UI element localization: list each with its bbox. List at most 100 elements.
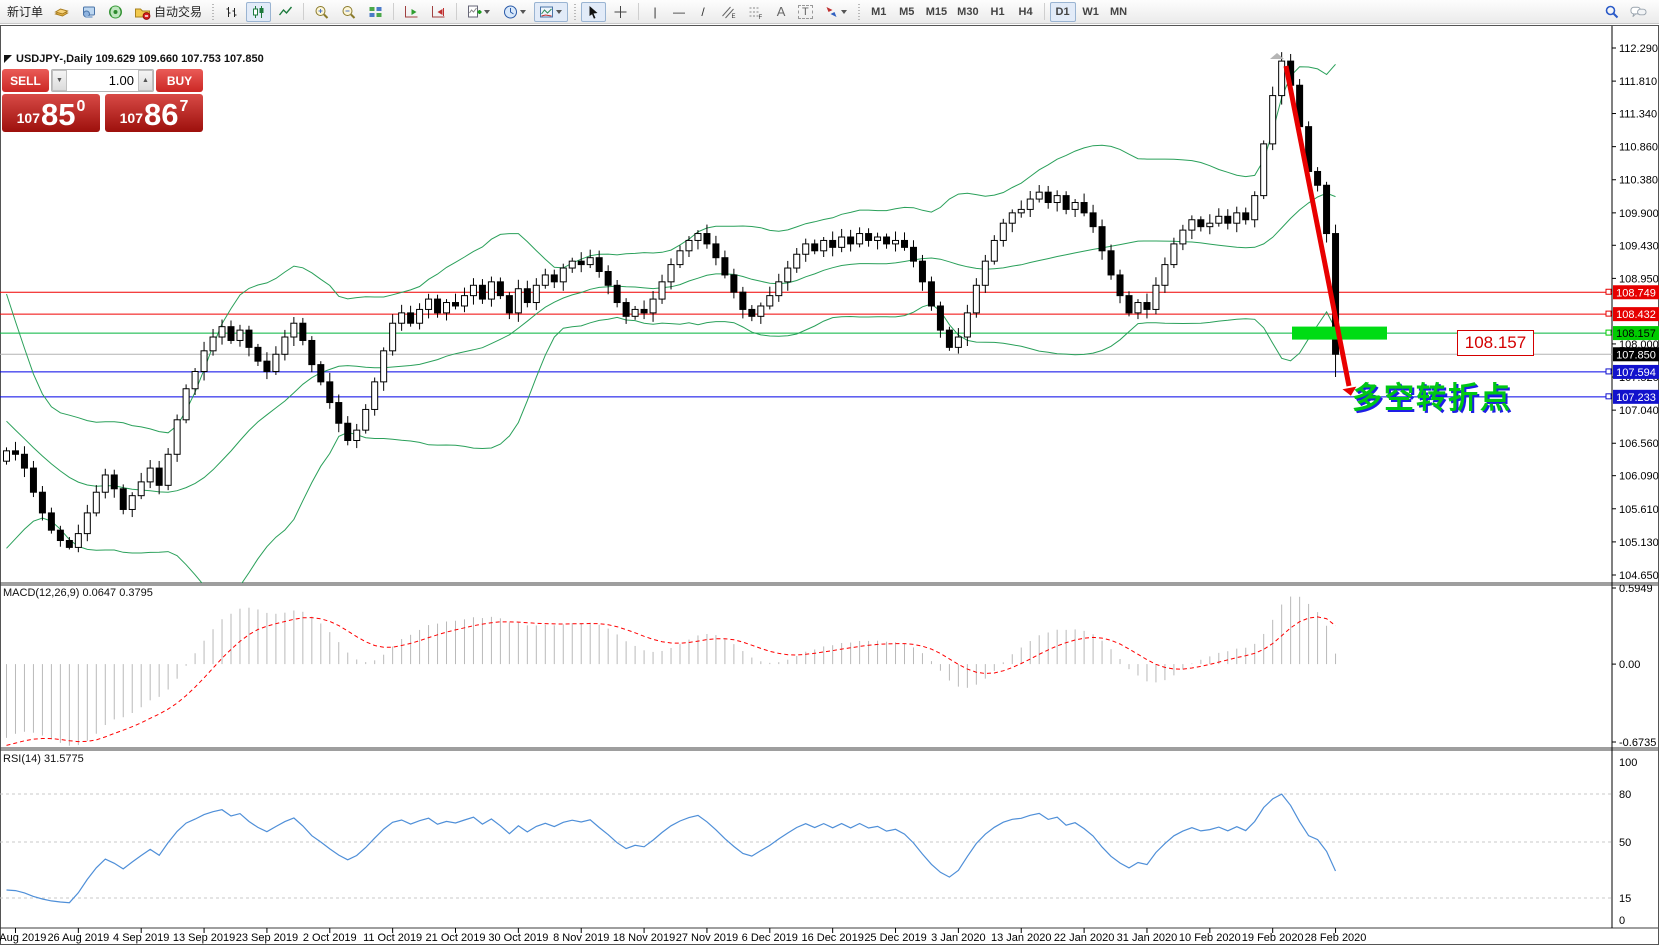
price-tick: 111.810 (1619, 76, 1657, 88)
bar-chart-icon[interactable] (219, 2, 244, 22)
candle (210, 337, 216, 351)
candle (910, 247, 916, 261)
candle (147, 468, 153, 482)
candle (875, 237, 881, 240)
crosshair-tool[interactable] (608, 2, 633, 22)
periods-button[interactable] (498, 2, 532, 22)
quotes-icon[interactable] (49, 2, 74, 22)
tf-h1-button[interactable]: H1 (985, 2, 1011, 22)
text-tool[interactable]: A (770, 2, 792, 22)
client-terminal-icon[interactable] (76, 2, 101, 22)
candle (839, 237, 845, 247)
candle (444, 303, 450, 313)
line-chart-icon[interactable] (273, 2, 298, 22)
date-tick: 6 Dec 2019 (742, 932, 798, 944)
volume-decrease-button[interactable]: ▼ (52, 70, 67, 91)
chart-shift-icon[interactable] (426, 2, 451, 22)
candle (120, 489, 126, 510)
candle (1135, 303, 1141, 313)
candle (174, 420, 180, 454)
volume-input[interactable] (67, 70, 138, 91)
date-tick: 10 Feb 2020 (1179, 932, 1241, 944)
price-callout-box[interactable]: 108.157 (1457, 330, 1534, 356)
tf-m15-button[interactable]: M15 (922, 2, 951, 22)
candle (794, 254, 800, 268)
candle (336, 403, 342, 424)
volume-increase-button[interactable]: ▲ (138, 70, 153, 91)
cn-annotation[interactable]: 多空转折点 (1352, 373, 1512, 417)
trendline-tool[interactable]: / (692, 2, 714, 22)
candle (381, 351, 387, 382)
candle (1225, 216, 1231, 223)
rsi-label: RSI(14) 31.5775 (3, 753, 84, 765)
toolbar-separator (393, 3, 394, 20)
candle (399, 313, 405, 323)
candle (982, 261, 988, 285)
indicators-caret (556, 10, 562, 14)
search-icon[interactable] (1599, 2, 1624, 22)
candle (991, 240, 997, 261)
tf-h4-button[interactable]: H4 (1013, 2, 1039, 22)
date-tick: 18 Nov 2019 (613, 932, 675, 944)
candle (255, 347, 261, 361)
candle (596, 258, 602, 272)
sell-price-button[interactable]: 107 85 0 (2, 94, 100, 132)
candle (740, 292, 746, 309)
axis-badge-107.233: 107.233 (1616, 392, 1656, 404)
buy-price-button[interactable]: 107 86 7 (105, 94, 203, 132)
text-label-tool[interactable]: T (794, 2, 817, 22)
tf-mn-button[interactable]: MN (1106, 2, 1132, 22)
candle (902, 240, 908, 247)
candlestick-chart-icon[interactable] (246, 2, 271, 22)
buy-button[interactable]: BUY (156, 69, 203, 92)
zoom-out-icon[interactable] (336, 2, 361, 22)
chat-icon[interactable] (1626, 2, 1651, 22)
candle (228, 327, 234, 341)
candle (318, 365, 324, 382)
tf-m1-button[interactable]: M1 (866, 2, 892, 22)
fibonacci-tool[interactable]: F (743, 2, 768, 22)
candle (812, 244, 818, 251)
date-tick: 22 Jan 2020 (1054, 932, 1115, 944)
chart-canvas[interactable]: 112.290111.810111.340110.860110.380109.9… (0, 25, 1659, 945)
new-order-button[interactable]: 新订单 (3, 2, 47, 22)
candle (453, 303, 459, 306)
price-tick: 104.650 (1619, 570, 1659, 582)
tf-d1-button[interactable]: D1 (1050, 2, 1076, 22)
chart-window[interactable]: 112.290111.810111.340110.860110.380109.9… (0, 25, 1659, 945)
tile-windows-icon[interactable] (363, 2, 388, 22)
arrows-tool[interactable] (819, 2, 853, 22)
hline-anchor (1606, 289, 1611, 294)
signals-icon[interactable] (103, 2, 128, 22)
new-chart-button[interactable] (462, 2, 496, 22)
candle (937, 306, 943, 330)
horizontal-line-tool[interactable]: — (668, 2, 690, 22)
chart-window-icon[interactable] (4, 55, 12, 63)
equidistant-channel-tool[interactable]: E (716, 2, 741, 22)
candle (704, 234, 710, 244)
autotrading-button[interactable]: 自动交易 (130, 2, 206, 22)
chart-title-bar: USDJPY-,Daily 109.629 109.660 107.753 10… (4, 53, 264, 65)
candle (1153, 285, 1159, 309)
macd-label: MACD(12,26,9) 0.0647 0.3795 (3, 587, 153, 599)
vertical-line-tool[interactable]: | (644, 2, 666, 22)
candle (183, 389, 189, 420)
zoom-in-icon[interactable] (309, 2, 334, 22)
hline-anchor (1606, 330, 1611, 335)
cursor-tool[interactable] (581, 2, 606, 22)
indicators-button[interactable] (534, 2, 568, 22)
candle (668, 265, 674, 282)
date-tick: 13 Jan 2020 (991, 932, 1052, 944)
tf-w1-button[interactable]: W1 (1078, 2, 1104, 22)
price-tick: 105.130 (1619, 537, 1659, 549)
candle (30, 468, 36, 492)
price-tick: 106.090 (1619, 471, 1659, 483)
tf-m5-button[interactable]: M5 (894, 2, 920, 22)
splitter-handle[interactable] (1270, 53, 1284, 59)
candle (1315, 171, 1321, 185)
date-tick: 30 Oct 2019 (488, 932, 548, 944)
auto-scroll-icon[interactable] (399, 2, 424, 22)
sell-button[interactable]: SELL (2, 69, 49, 92)
candle (893, 240, 899, 243)
tf-m30-button[interactable]: M30 (953, 2, 982, 22)
